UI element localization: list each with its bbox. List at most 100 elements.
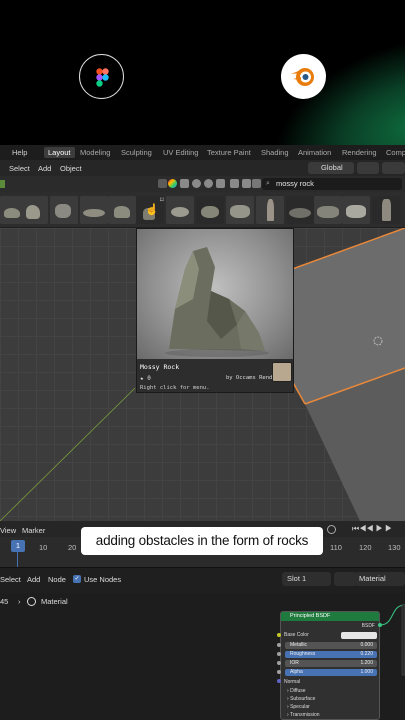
tick: 130 <box>388 543 401 552</box>
use-nodes-checkbox[interactable]: ✓ <box>73 575 81 583</box>
blender-icon <box>281 54 326 99</box>
playback-controls[interactable]: ⏮◀◀ ▶ ▶ <box>352 524 392 534</box>
material-name: Material <box>359 574 386 583</box>
action-filter-icon[interactable] <box>242 179 251 188</box>
tab-rendering[interactable]: Rendering <box>342 148 377 157</box>
base-color-swatch[interactable] <box>341 632 377 639</box>
tick: 110 <box>330 543 342 552</box>
tick: 120 <box>359 543 372 552</box>
asset-thumb[interactable] <box>80 196 108 224</box>
asset-thumb[interactable] <box>50 196 78 224</box>
material-icon <box>27 597 36 606</box>
metallic-field[interactable]: Metallic 0.000 <box>285 642 377 649</box>
asset-thumb[interactable] <box>286 196 314 224</box>
menu-marker[interactable]: Marker <box>22 526 45 535</box>
menu-help[interactable]: Help <box>12 148 27 157</box>
tab-texture-paint[interactable]: Texture Paint <box>207 148 251 157</box>
menu-select[interactable]: Select <box>0 575 21 584</box>
brush-filter-icon[interactable] <box>216 179 225 188</box>
asset-thumb[interactable] <box>226 196 254 224</box>
current-frame[interactable]: 1 <box>11 540 25 552</box>
node-filter-icon[interactable] <box>252 179 261 188</box>
material-name-field[interactable]: Material <box>354 572 405 586</box>
orientation-label: Global <box>321 163 343 172</box>
tab-modeling[interactable]: Modeling <box>80 148 110 157</box>
node-link <box>380 604 405 676</box>
dropdown-icon[interactable] <box>158 179 167 188</box>
asset-thumb[interactable] <box>166 196 194 224</box>
tick: 20 <box>68 543 77 552</box>
preview-hint: Right click for menu. <box>140 385 210 391</box>
menu-object[interactable]: Object <box>60 164 82 173</box>
asset-preview-tooltip: Mossy Rock ★ 0 by Occams Render Right cl… <box>136 228 294 393</box>
tab-uv-editing[interactable]: UV Editing <box>163 148 198 157</box>
green-glow <box>250 35 405 145</box>
diffuse-section[interactable]: › Diffuse <box>287 688 306 694</box>
preview-star-count: ★ 0 <box>140 375 151 382</box>
base-color-socket[interactable] <box>277 633 281 637</box>
slot-dropdown[interactable]: Slot 1 <box>282 572 331 586</box>
specular-section[interactable]: › Specular <box>287 704 310 710</box>
color-wheel-icon[interactable] <box>168 179 177 188</box>
metallic-socket[interactable] <box>277 643 281 647</box>
playhead-line <box>17 552 18 567</box>
snap-dropdown[interactable] <box>382 162 405 174</box>
menu-add[interactable]: Add <box>27 575 40 584</box>
image-filter-icon[interactable] <box>230 179 239 188</box>
asset-thumb[interactable] <box>314 196 342 224</box>
tick: 10 <box>39 543 48 552</box>
material-browse[interactable] <box>334 572 356 586</box>
menu-node[interactable]: Node <box>48 575 66 584</box>
record-icon[interactable] <box>327 525 336 534</box>
workspace-bar: Help Layout Modeling Sculpting UV Editin… <box>0 145 405 160</box>
breadcrumb-material[interactable]: Material <box>41 597 68 606</box>
menu-view[interactable]: View <box>0 526 16 535</box>
intro-band <box>0 0 405 145</box>
base-color-label: Base Color <box>284 632 309 638</box>
asset-thumb[interactable] <box>256 196 284 224</box>
ior-field[interactable]: IOR 1.200 <box>285 660 377 667</box>
alpha-field[interactable]: Alpha 1.000 <box>285 669 377 676</box>
asset-thumb[interactable] <box>196 196 224 224</box>
world-filter-icon[interactable] <box>204 179 213 188</box>
asset-thumb[interactable] <box>372 196 400 224</box>
chevron-right-icon: › <box>18 597 21 606</box>
tab-animation[interactable]: Animation <box>298 148 331 157</box>
roughness-socket[interactable] <box>277 652 281 656</box>
asset-thumb[interactable] <box>20 196 48 224</box>
bsdf-title[interactable]: Principled BSDF <box>281 612 379 621</box>
filter-icon[interactable] <box>180 179 189 188</box>
orientation-dropdown[interactable]: Global <box>308 162 354 174</box>
author-avatar <box>272 362 292 382</box>
roughness-field[interactable]: Roughness 0.220 <box>285 651 377 658</box>
material-filter-icon[interactable] <box>192 179 201 188</box>
slot-label: Slot 1 <box>287 574 307 583</box>
transmission-section[interactable]: › Transmission <box>287 712 320 718</box>
add-icon[interactable] <box>0 180 5 188</box>
menu-select[interactable]: Select <box>9 164 30 173</box>
video-caption: adding obstacles in the form of rocks <box>81 527 323 555</box>
rock-preview-image <box>137 229 293 359</box>
search-icon: ⌕ <box>266 180 270 187</box>
use-nodes-label: Use Nodes <box>84 575 122 584</box>
bsdf-output: BSDF <box>361 623 375 629</box>
hand-cursor-icon: ☝ <box>145 204 159 216</box>
subsurface-section[interactable]: › Subsurface <box>287 696 315 702</box>
bookmark-icon[interactable]: ⌑ <box>160 196 164 204</box>
asset-thumb[interactable] <box>108 196 136 224</box>
search-value: mossy rock <box>276 179 314 188</box>
asset-search-input[interactable]: ⌕ mossy rock <box>262 178 402 190</box>
tab-layout[interactable]: Layout <box>44 147 75 158</box>
pivot-dropdown[interactable] <box>357 162 379 174</box>
normal-socket[interactable] <box>277 679 281 683</box>
alpha-socket[interactable] <box>277 670 281 674</box>
normal-label: Normal <box>284 679 301 685</box>
asset-thumb[interactable] <box>342 196 370 224</box>
menu-add[interactable]: Add <box>38 164 51 173</box>
ior-socket[interactable] <box>277 661 281 665</box>
principled-bsdf-node[interactable]: Principled BSDF BSDF Base Color Metallic… <box>280 611 380 720</box>
viewport-menubar: Select Add Object Global <box>0 160 405 176</box>
tab-compositing[interactable]: Comp <box>386 148 405 157</box>
tab-shading[interactable]: Shading <box>261 148 289 157</box>
tab-sculpting[interactable]: Sculpting <box>121 148 152 157</box>
